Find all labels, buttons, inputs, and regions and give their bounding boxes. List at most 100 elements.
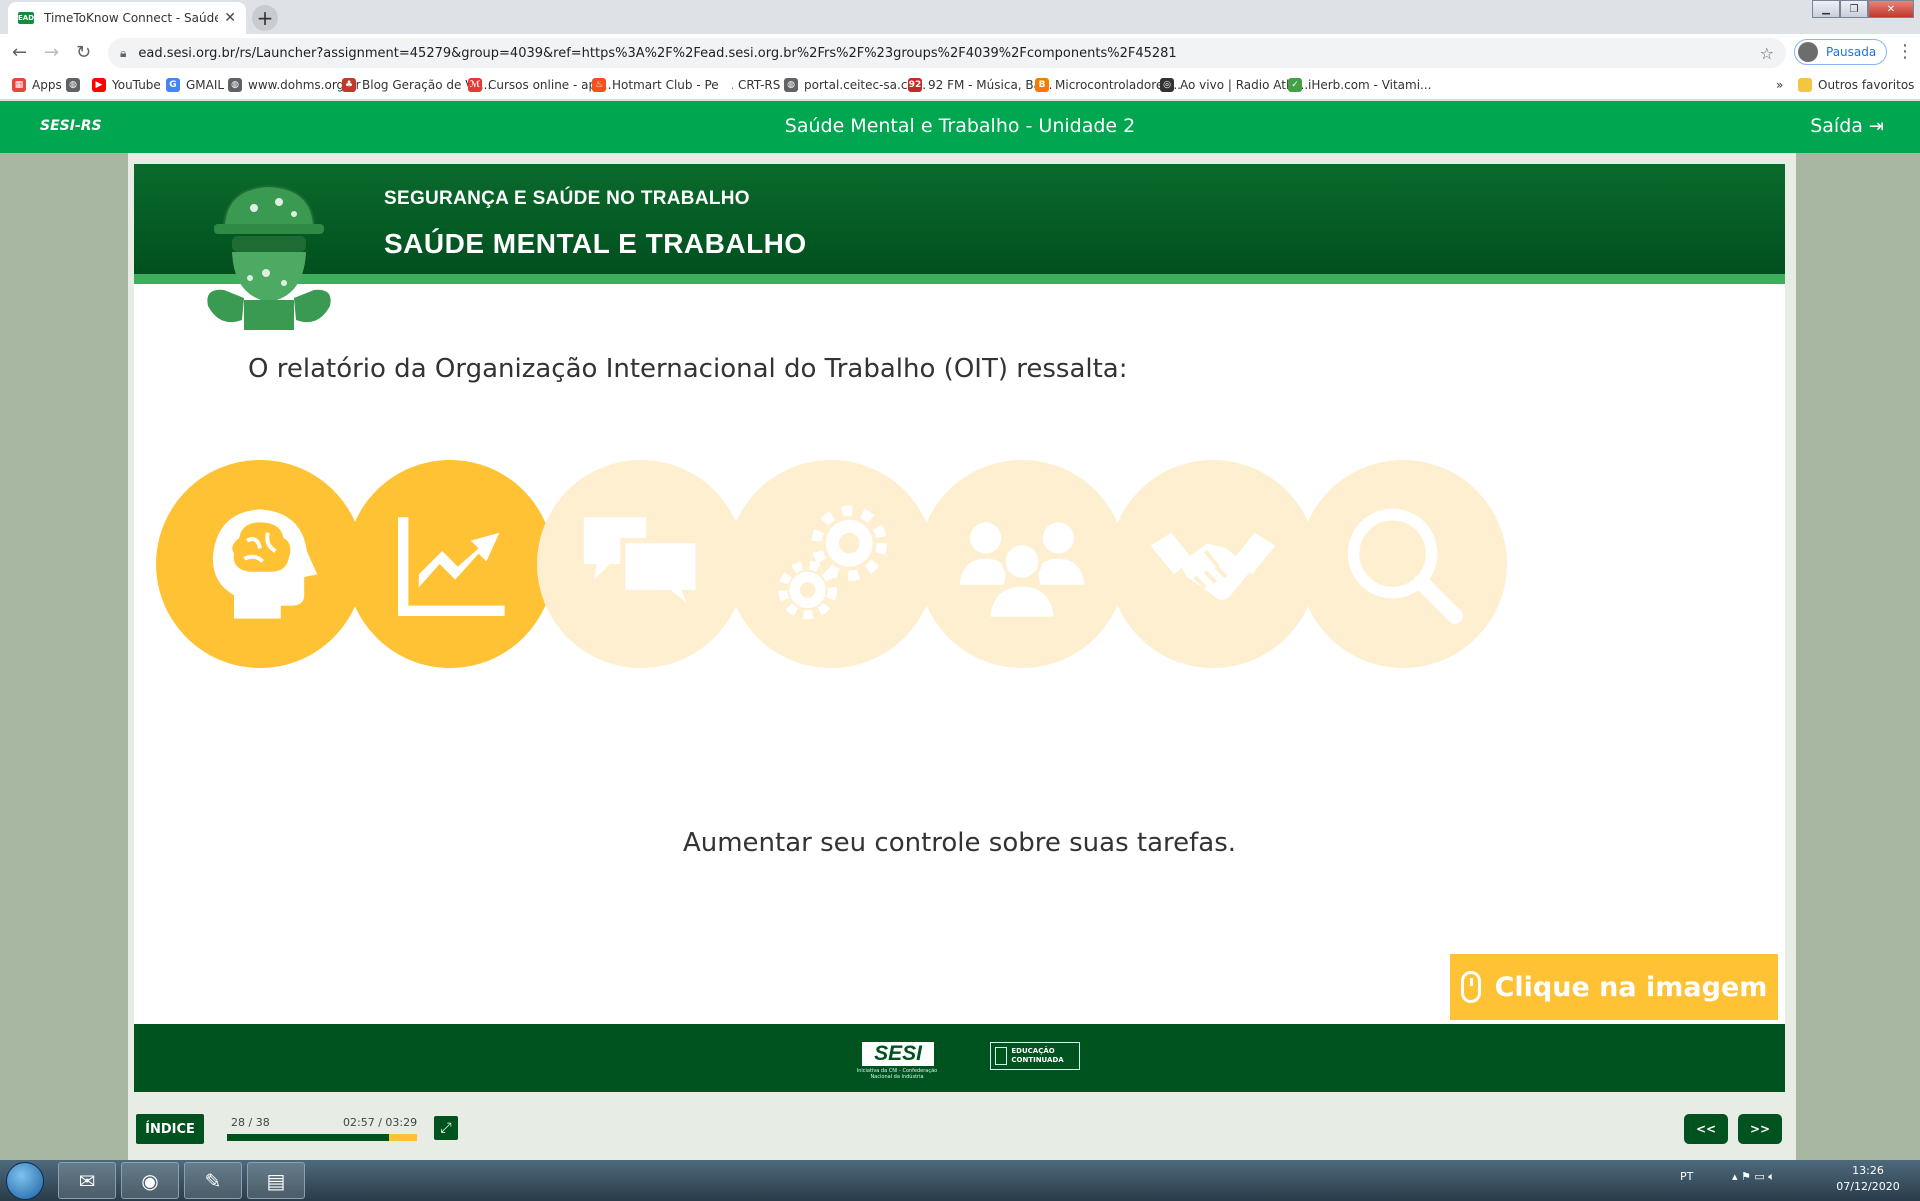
- topic-circle-gears[interactable]: [727, 460, 935, 668]
- next-button[interactable]: >>: [1738, 1114, 1782, 1144]
- bookmark-item[interactable]: ♨ Hotmart Club - Per...: [592, 78, 734, 92]
- bookmark-item[interactable]: ◍ portal.ceitec-sa.co...: [784, 78, 926, 92]
- taskbar-chrome-icon[interactable]: ◉: [121, 1162, 179, 1199]
- hotmart-icon: ♨: [592, 78, 606, 92]
- bookmark-label: CRT-RS: [738, 78, 781, 92]
- profile-status: Pausada: [1826, 45, 1877, 59]
- minimize-window-button[interactable]: ▁: [1812, 0, 1840, 18]
- close-window-button[interactable]: ✕: [1868, 0, 1914, 18]
- bookmark-item[interactable]: 92 92 FM - Música, Ba...: [908, 78, 1052, 92]
- bookmark-item[interactable]: ◍ www.dohms.org.br: [228, 78, 361, 92]
- brain-head-icon: [212, 509, 318, 619]
- educacao-logo-text: EDUCAÇÃO CONTINUADA: [1011, 1047, 1064, 1064]
- taskbar-mail-icon[interactable]: ✉: [58, 1162, 116, 1199]
- bookmark-item[interactable]: ◎ Ao vivo | Radio Atlâ...: [1160, 78, 1308, 92]
- chat-bubbles-icon: [583, 517, 701, 613]
- bookmark-item[interactable]: ▶ YouTube: [92, 78, 161, 92]
- forward-arrow-icon[interactable]: →: [44, 42, 59, 63]
- answer-text: Aumentar seu controle sobre suas tarefas…: [682, 828, 1237, 858]
- url-text[interactable]: ead.sesi.org.br/rs/Launcher?assignment=4…: [138, 46, 1759, 61]
- browser-tab[interactable]: EAD TimeToKnow Connect - Saúde M ✕: [8, 2, 246, 34]
- bookmark-item[interactable]: ◍: [66, 78, 86, 92]
- other-bookmarks-folder[interactable]: Outros favoritos: [1798, 78, 1914, 92]
- youtube-icon: ▶: [92, 78, 106, 92]
- taskbar-paint-icon[interactable]: ✎: [184, 1162, 242, 1199]
- bookmark-label: iHerb.com - Vitami...: [1308, 78, 1432, 92]
- bookmark-star-icon[interactable]: ☆: [1760, 44, 1774, 63]
- radio-92-icon: 92: [908, 78, 922, 92]
- blog-icon: ♣: [342, 78, 356, 92]
- people-group-icon: [959, 522, 1085, 621]
- handshake-icon: [1150, 532, 1276, 600]
- close-tab-icon[interactable]: ✕: [224, 10, 236, 26]
- header-stripe: [134, 274, 1785, 284]
- slide-header: SEGURANÇA E SAÚDE NO TRABALHO SAÚDE MENT…: [134, 164, 1785, 284]
- click-image-hint-label: Clique na imagem: [1494, 971, 1768, 1003]
- topic-circle-people[interactable]: [918, 460, 1126, 668]
- cursos-icon: ℳ: [468, 78, 482, 92]
- restore-window-button[interactable]: ❐: [1840, 0, 1868, 18]
- slide-footer: SESI Iniciativa da CNI - Confederação Na…: [134, 1024, 1785, 1092]
- browser-menu-icon[interactable]: ⋮: [1896, 41, 1914, 62]
- tray-icons[interactable]: ▴ ⚑ ▭ 🔈︎: [1732, 1170, 1775, 1184]
- topic-circle-brain[interactable]: [156, 460, 364, 668]
- exit-button[interactable]: Saída ⇥: [1810, 115, 1884, 137]
- start-button[interactable]: [6, 1162, 44, 1200]
- bookmark-item[interactable]: G GMAIL: [166, 78, 224, 92]
- lock-icon[interactable]: 🔒︎: [120, 46, 126, 61]
- topic-circle-handshake[interactable]: [1109, 460, 1317, 668]
- bookmark-item[interactable]: ▦ Apps: [12, 78, 62, 92]
- sesi-logo-subtitle: Iniciativa da CNI - Confederação Naciona…: [856, 1068, 938, 1080]
- avatar: [1798, 42, 1818, 62]
- profile-button[interactable]: Pausada: [1794, 39, 1888, 65]
- tab-title: TimeToKnow Connect - Saúde M: [44, 11, 219, 25]
- topic-circle-chat[interactable]: [537, 460, 745, 668]
- bookmark-label: GMAIL: [186, 78, 225, 92]
- other-bookmarks-label: Outros favoritos: [1818, 78, 1915, 92]
- topic-circle-growth[interactable]: [346, 460, 554, 668]
- clock-date: 07/12/2020: [1836, 1180, 1900, 1193]
- leaf-icon: ✓: [1288, 78, 1302, 92]
- bookmark-item[interactable]: ✓ iHerb.com - Vitami...: [1288, 78, 1432, 92]
- gears-icon: [778, 505, 887, 620]
- address-bar[interactable]: 🔒︎ ead.sesi.org.br/rs/Launcher?assignmen…: [108, 38, 1786, 68]
- exit-label: Saída: [1810, 115, 1863, 137]
- globe-icon: ◍: [228, 78, 242, 92]
- reload-icon[interactable]: ↻: [76, 42, 91, 63]
- progress-bar[interactable]: [227, 1134, 417, 1141]
- bookmark-label: Hotmart Club - Per...: [612, 78, 734, 92]
- system-clock[interactable]: 13:26 07/12/2020: [1828, 1163, 1908, 1195]
- browser-toolbar: ← → ↻ 🔒︎ ead.sesi.org.br/rs/Launcher?ass…: [0, 34, 1920, 72]
- progress-fill: [227, 1134, 389, 1141]
- click-image-hint-button[interactable]: Clique na imagem: [1450, 954, 1778, 1020]
- index-button[interactable]: ÍNDICE: [136, 1114, 204, 1144]
- exit-icon: ⇥: [1868, 115, 1884, 137]
- mouse-icon: [1460, 971, 1481, 1003]
- bookmarks-overflow-button[interactable]: »: [1776, 78, 1783, 92]
- player-bar: ÍNDICE 28 / 38 02:57 / 03:29 ⤢ << >>: [128, 1104, 1796, 1160]
- taskbar-explorer-icon[interactable]: ▤: [247, 1162, 305, 1199]
- bookmark-item[interactable]: ℳ Cursos online - apr...: [468, 78, 611, 92]
- left-gutter: [0, 153, 128, 1160]
- magnifier-icon: [1347, 508, 1463, 624]
- globe-icon: ◍: [66, 78, 80, 92]
- back-arrow-icon[interactable]: ←: [12, 42, 27, 63]
- language-indicator[interactable]: PT: [1680, 1170, 1693, 1183]
- growth-chart-icon: [398, 517, 505, 616]
- previous-button[interactable]: <<: [1684, 1114, 1728, 1144]
- new-tab-button[interactable]: +: [252, 5, 278, 31]
- right-gutter: [1796, 153, 1920, 1160]
- ead-favicon-icon: EAD: [18, 12, 35, 24]
- window-controls: ▁ ❐ ✕: [1812, 0, 1914, 18]
- apps-grid-icon: ▦: [12, 78, 26, 92]
- page-counter: 28 / 38: [231, 1116, 270, 1129]
- bookmark-item[interactable]: CRT-RS: [718, 78, 780, 92]
- app-header: SESI-RS Saúde Mental e Trabalho - Unidad…: [0, 101, 1920, 153]
- topic-circle-search[interactable]: [1299, 460, 1507, 668]
- bookmark-label: YouTube: [112, 78, 161, 92]
- radio-icon: ◎: [1160, 78, 1174, 92]
- fullscreen-icon[interactable]: ⤢: [434, 1116, 458, 1140]
- folder-icon: [1798, 78, 1812, 92]
- time-counter: 02:57 / 03:29: [343, 1116, 418, 1129]
- educacao-continuada-logo: EDUCAÇÃO CONTINUADA: [990, 1042, 1080, 1070]
